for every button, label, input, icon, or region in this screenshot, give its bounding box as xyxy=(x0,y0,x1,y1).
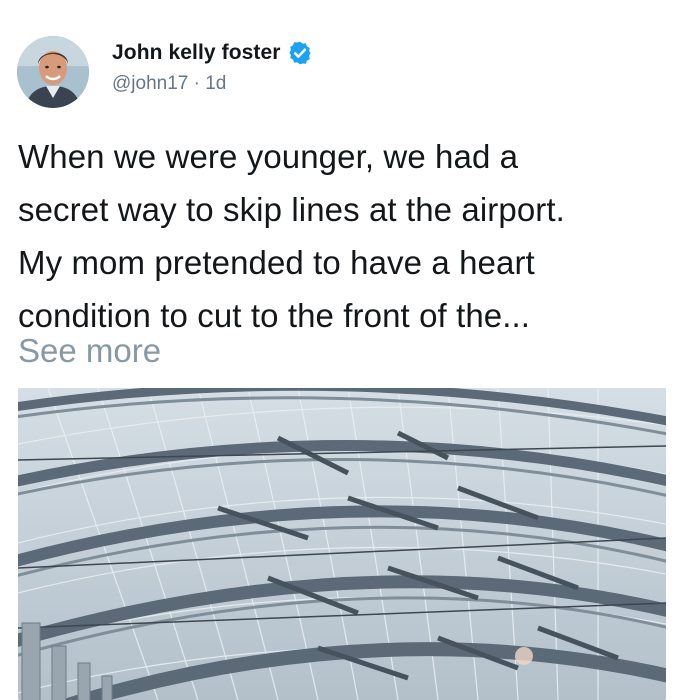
tweet-timestamp[interactable]: 1d xyxy=(205,73,226,94)
tweet-media-image[interactable] xyxy=(18,388,666,700)
avatar-photo-icon xyxy=(17,36,89,108)
airport-roof-photo-icon xyxy=(18,388,666,700)
tweet-text-line: My mom pretended to have a heart xyxy=(18,244,535,281)
author-name-row: John kelly foster xyxy=(112,40,313,66)
meta-separator: · xyxy=(193,73,200,94)
tweet-text-line: When we were younger, we had a xyxy=(18,138,519,175)
tweet-header: John kelly foster @john17 · 1d xyxy=(17,36,677,112)
see-more-link[interactable]: See more xyxy=(18,324,161,377)
author-handle[interactable]: @john17 xyxy=(112,73,188,94)
tweet-card[interactable]: John kelly foster @john17 · 1d When we w… xyxy=(0,0,700,700)
tweet-meta: @john17 · 1d xyxy=(112,73,226,95)
verified-badge-icon xyxy=(287,40,313,66)
tweet-text: When we were younger, we had a secret wa… xyxy=(18,130,678,342)
avatar[interactable] xyxy=(17,36,89,108)
author-display-name[interactable]: John kelly foster xyxy=(112,41,281,65)
tweet-text-line: secret way to skip lines at the airport. xyxy=(18,191,565,228)
